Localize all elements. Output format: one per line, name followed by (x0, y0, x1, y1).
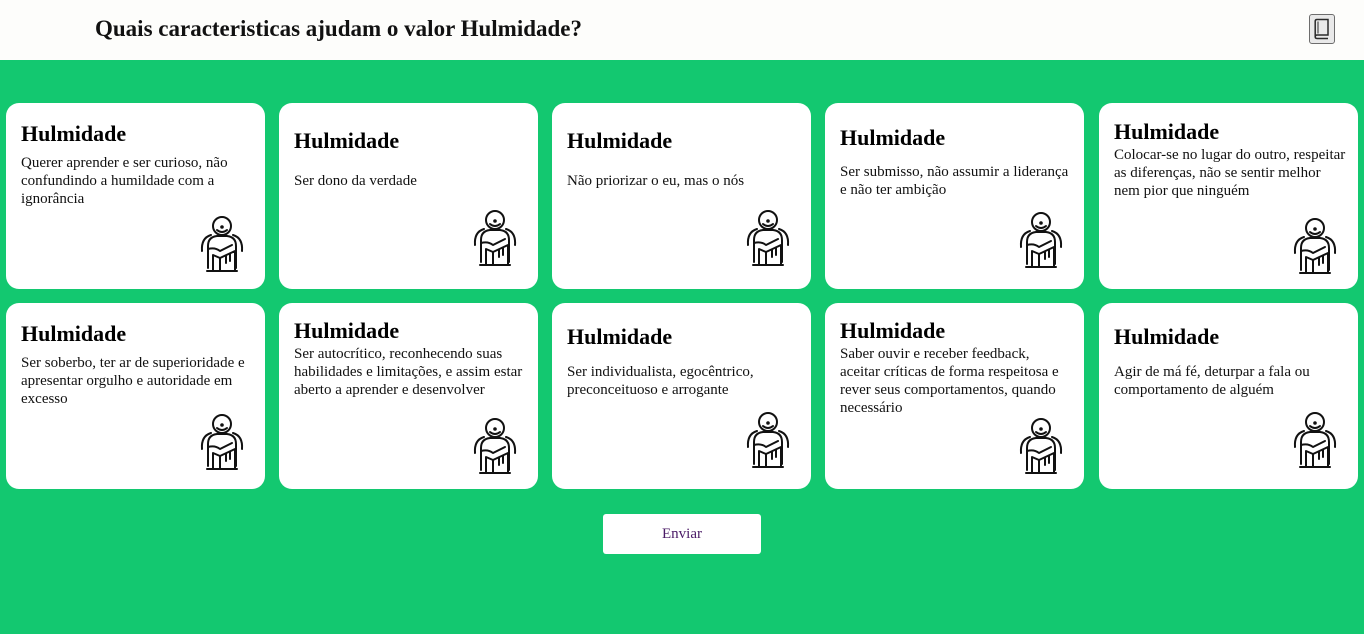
book-icon (1314, 18, 1329, 40)
option-card[interactable]: Hulmidade Ser dono da verdade (279, 103, 538, 289)
card-description: Ser individualista, egocêntrico, preconc… (567, 364, 754, 398)
card-description: Saber ouvir e receber feedback, aceitar … (840, 346, 1059, 416)
card-description: Querer aprender e ser curioso, não confu… (21, 155, 228, 207)
book-button[interactable] (1309, 14, 1335, 44)
card-title: Hulmidade (840, 318, 946, 343)
card-description: Ser autocrítico, reconhecendo suas habil… (294, 346, 523, 398)
humble-person-icon (472, 415, 518, 475)
humble-person-icon (1292, 409, 1338, 469)
humble-person-icon (1292, 215, 1338, 275)
card-description: Não priorizar o eu, mas o nós (567, 173, 745, 189)
card-description: Agir de má fé, deturpar a fala ou compor… (1114, 364, 1310, 398)
card-title: Hulmidade (294, 128, 400, 153)
humble-person-icon (472, 207, 518, 267)
card-title: Hulmidade (840, 125, 946, 150)
option-card[interactable]: Hulmidade Querer aprender e ser curioso,… (6, 103, 265, 289)
card-title: Hulmidade (1114, 324, 1220, 349)
humble-person-icon (745, 409, 791, 469)
card-description: Ser soberbo, ter ar de superioridade e a… (21, 355, 245, 407)
card-title: Hulmidade (567, 128, 673, 153)
option-card[interactable]: Hulmidade Ser submisso, não assumir a li… (825, 103, 1084, 289)
card-title: Hulmidade (567, 324, 673, 349)
option-card[interactable]: Hulmidade Ser autocrítico, reconhecendo … (279, 303, 538, 489)
option-card[interactable]: Hulmidade Ser individualista, egocêntric… (552, 303, 811, 489)
option-card[interactable]: Hulmidade Saber ouvir e receber feedback… (825, 303, 1084, 489)
top-bar: Quais caracteristicas ajudam o valor Hul… (0, 0, 1364, 60)
card-description: Colocar-se no lugar do outro, respeitar … (1114, 147, 1346, 199)
card-title: Hulmidade (294, 318, 400, 343)
page-title: Quais caracteristicas ajudam o valor Hul… (95, 16, 583, 41)
card-title: Hulmidade (1114, 119, 1220, 144)
humble-person-icon (745, 207, 791, 267)
card-description: Ser submisso, não assumir a liderança e … (840, 164, 1069, 198)
submit-button[interactable]: Enviar (603, 514, 761, 554)
humble-person-icon (1018, 209, 1064, 269)
humble-person-icon (1018, 415, 1064, 475)
card-title: Hulmidade (21, 321, 127, 346)
humble-person-icon (199, 411, 245, 471)
option-card[interactable]: Hulmidade Colocar-se no lugar do outro, … (1099, 103, 1358, 289)
option-card[interactable]: Hulmidade Ser soberbo, ter ar de superio… (6, 303, 265, 489)
card-title: Hulmidade (21, 121, 127, 146)
card-description: Ser dono da verdade (294, 173, 417, 189)
humble-person-icon (199, 213, 245, 273)
option-card[interactable]: Hulmidade Não priorizar o eu, mas o nós (552, 103, 811, 289)
option-card[interactable]: Hulmidade Agir de má fé, deturpar a fala… (1099, 303, 1358, 489)
